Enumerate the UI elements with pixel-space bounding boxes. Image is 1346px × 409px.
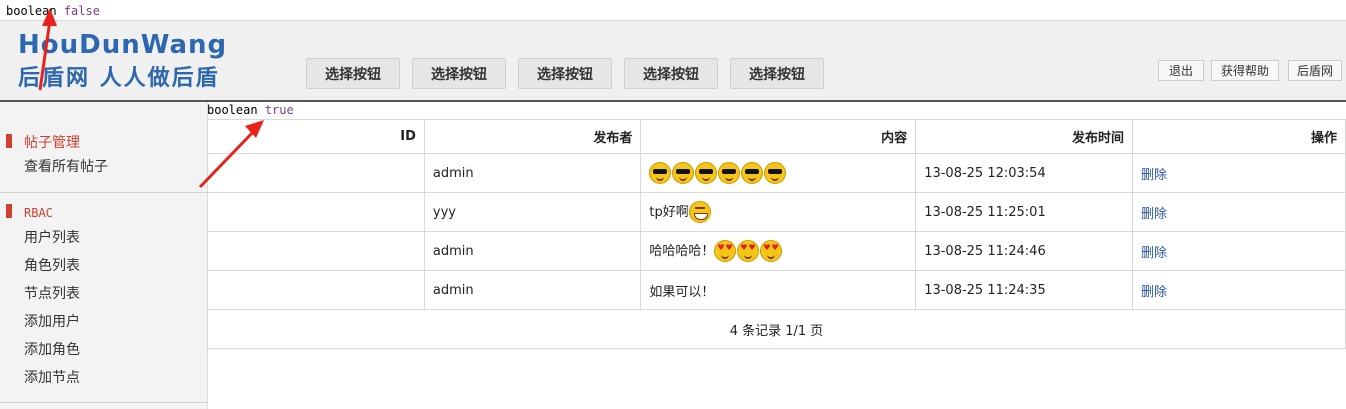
cell-action: 删除 <box>1132 153 1346 193</box>
logo-slogan: 后盾网 人人做后盾 <box>18 66 220 91</box>
help-button[interactable]: 获得帮助 <box>1211 60 1279 81</box>
select-button-2[interactable]: 选择按钮 <box>412 58 506 89</box>
cool-emoji-icon <box>764 162 787 184</box>
sidebar: 帖子管理 查看所有帖子 RBAC 用户列表 角色列表 节点列表 添加用户 添加角… <box>0 102 208 409</box>
logout-button[interactable]: 退出 <box>1158 60 1204 81</box>
cell-content <box>640 153 917 193</box>
cell-id <box>207 153 425 193</box>
cool-emoji-icon <box>695 162 718 184</box>
content-text: tp好啊 <box>649 204 689 220</box>
home-button[interactable]: 后盾网 <box>1288 60 1342 81</box>
cool-emoji-icon <box>718 162 741 184</box>
cell-content: tp好啊 <box>640 192 917 232</box>
cell-content: 如果可以！ <box>640 270 917 310</box>
group-marker <box>6 134 12 148</box>
debug-keyword: boolean <box>207 103 258 117</box>
sidebar-group-posts[interactable]: 帖子管理 <box>24 132 80 152</box>
debug-output-mid: boolean true <box>207 103 294 117</box>
cell-action: 删除 <box>1132 231 1346 271</box>
heart-eyes-emoji-icon <box>760 240 783 263</box>
cell-author: admin <box>423 270 642 310</box>
sidebar-item-node-list[interactable]: 节点列表 <box>24 283 80 303</box>
content-text: 哈哈哈哈！ <box>649 243 715 259</box>
heart-eyes-emoji-icon <box>714 240 737 263</box>
cell-time: 13-08-25 11:24:35 <box>915 270 1134 310</box>
debug-keyword: boolean <box>6 4 57 18</box>
cool-emoji-icon <box>649 162 672 184</box>
select-button-4[interactable]: 选择按钮 <box>624 58 718 89</box>
table-row: admin 如果可以！ 13-08-25 11:24:35 删除 <box>207 270 1346 310</box>
cell-action: 删除 <box>1132 270 1346 310</box>
delete-link[interactable]: 删除 <box>1141 207 1167 222</box>
table-row: yyy tp好啊 13-08-25 11:25:01 删除 <box>207 192 1346 232</box>
sidebar-item-user-list[interactable]: 用户列表 <box>24 227 80 247</box>
cell-id <box>207 231 425 271</box>
grin-emoji-icon <box>688 201 711 224</box>
cell-action: 删除 <box>1132 192 1346 232</box>
cell-time: 13-08-25 12:03:54 <box>915 153 1134 193</box>
column-header-action: 操作 <box>1132 119 1346 154</box>
sidebar-group-rbac[interactable]: RBAC <box>24 206 53 220</box>
cell-id <box>207 192 425 232</box>
column-header-content: 内容 <box>640 119 917 154</box>
delete-link[interactable]: 删除 <box>1141 168 1167 183</box>
select-button-3[interactable]: 选择按钮 <box>518 58 612 89</box>
sidebar-item-add-role[interactable]: 添加角色 <box>24 339 80 359</box>
sidebar-item-add-user[interactable]: 添加用户 <box>24 311 80 331</box>
logo[interactable]: HouDunWang 后盾网 人人做后盾 <box>18 30 233 91</box>
debug-output-top: boolean false <box>6 4 100 18</box>
sidebar-item-all-posts[interactable]: 查看所有帖子 <box>24 156 108 176</box>
sidebar-divider <box>0 192 207 193</box>
column-header-id: ID <box>207 119 425 154</box>
select-button-1[interactable]: 选择按钮 <box>306 58 400 89</box>
delete-link[interactable]: 删除 <box>1141 285 1167 300</box>
sidebar-item-role-list[interactable]: 角色列表 <box>24 255 80 275</box>
heart-eyes-emoji-icon <box>737 240 760 263</box>
cell-author: admin <box>423 231 642 271</box>
debug-value: false <box>63 4 100 18</box>
cell-content: 哈哈哈哈！ <box>640 231 917 271</box>
column-header-time: 发布时间 <box>915 119 1134 154</box>
delete-link[interactable]: 删除 <box>1141 246 1167 261</box>
pager-row: 4 条记录 1/1 页 <box>207 309 1346 349</box>
cell-author: yyy <box>423 192 642 232</box>
cell-id <box>207 270 425 310</box>
table-row: admin 13-08-25 12:03:54 删除 <box>207 153 1346 193</box>
cell-time: 13-08-25 11:25:01 <box>915 192 1134 232</box>
cell-author: admin <box>423 153 642 193</box>
debug-value: true <box>264 103 294 117</box>
column-header-author: 发布者 <box>423 119 642 154</box>
cell-time: 13-08-25 11:24:46 <box>915 231 1134 271</box>
cool-emoji-icon <box>741 162 764 184</box>
posts-table: ID 发布者 内容 发布时间 操作 admin 13-08-25 12:03:5… <box>207 119 1346 349</box>
select-button-5[interactable]: 选择按钮 <box>730 58 824 89</box>
group-marker <box>6 204 12 218</box>
sidebar-divider <box>0 402 207 403</box>
table-header-row: ID 发布者 内容 发布时间 操作 <box>207 119 1346 154</box>
sidebar-item-add-node[interactable]: 添加节点 <box>24 367 80 387</box>
cool-emoji-icon <box>672 162 695 184</box>
pager-text: 4 条记录 1/1 页 <box>207 309 1346 349</box>
logo-word: HouDunWang <box>18 30 228 60</box>
table-row: admin 哈哈哈哈！ 13-08-25 11:24:46 删除 <box>207 231 1346 271</box>
